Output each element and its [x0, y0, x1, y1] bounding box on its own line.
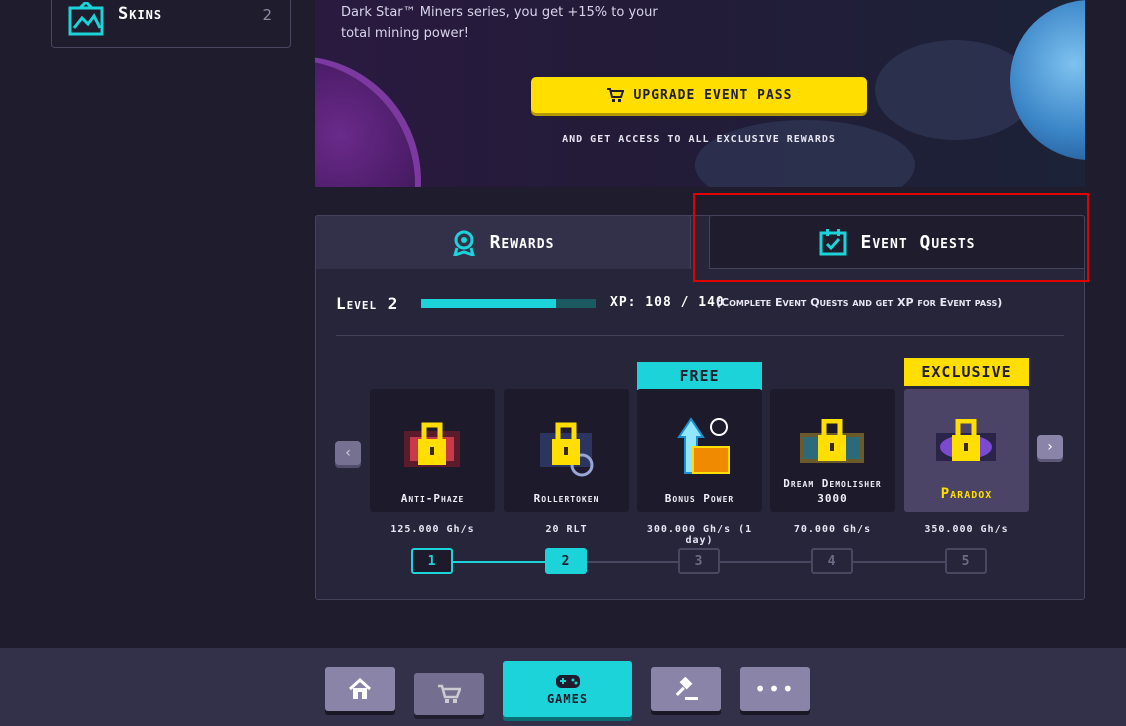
tab-rewards[interactable]: Rewards	[315, 215, 691, 269]
lock-icon	[818, 419, 846, 461]
upgrade-button-label: UPGRADE EVENT PASS	[633, 87, 793, 103]
reward-value: 20 RLT	[545, 524, 588, 535]
rollertoken-icon	[540, 422, 594, 477]
level-step[interactable]: 4	[811, 548, 853, 574]
event-banner: Dark Star™ Miners series, you get +15% t…	[315, 0, 1085, 187]
bonus-power-icon	[677, 417, 730, 474]
shop-button[interactable]	[414, 673, 484, 715]
banner-description: Dark Star™ Miners series, you get +15% t…	[341, 5, 658, 41]
sidebar-item-count: 2	[262, 6, 272, 24]
reward-card[interactable]: Rollertoken	[504, 389, 629, 512]
tab-event-quests[interactable]: Event Quests	[709, 215, 1085, 269]
gavel-icon	[675, 677, 698, 700]
xp-note: (Complete Event Quests and get XP for Ev…	[716, 296, 1003, 309]
level-step[interactable]: 5	[945, 548, 987, 574]
reward-card[interactable]: Anti-Phaze	[370, 389, 495, 512]
sidebar-item-label: Skins	[118, 4, 163, 24]
reward-card[interactable]: Dream Demolisher 3000	[770, 389, 895, 512]
divider	[336, 335, 1064, 336]
cart-icon	[438, 684, 461, 703]
paradox-icon	[936, 419, 996, 461]
reward-name: Paradox	[940, 486, 993, 502]
lock-icon	[552, 422, 580, 465]
reward-value: 300.000 Gh/s (1 day)	[646, 524, 753, 546]
more-button[interactable]: •••	[740, 667, 810, 711]
xp-progress-fill	[421, 299, 556, 308]
reward-value: 350.000 Gh/s	[924, 524, 1009, 535]
step-line	[720, 561, 811, 563]
games-button[interactable]: GAMES	[503, 661, 632, 717]
xp-text: XP: 108 / 140	[610, 295, 725, 310]
planet-left-image	[315, 60, 415, 187]
level-step[interactable]: 3	[678, 548, 720, 574]
sidebar-item-skins[interactable]: Skins 2	[51, 0, 291, 48]
reward-card[interactable]: Paradox	[904, 389, 1029, 512]
planet-right-image	[1010, 0, 1085, 160]
calendar-check-icon	[819, 229, 847, 256]
tab-rewards-label: Rewards	[489, 232, 555, 253]
upgrade-event-pass-button[interactable]: UPGRADE EVENT PASS	[531, 77, 867, 113]
reward-name: Dream Demolisher 3000	[783, 477, 882, 505]
reward-name: Anti-Phaze	[400, 492, 465, 505]
level-step[interactable]: 2	[545, 548, 587, 574]
chevron-left-icon: ‹	[345, 445, 351, 461]
chevron-right-icon: ›	[1047, 439, 1053, 455]
ellipsis-icon: •••	[754, 677, 796, 701]
banner-cloud	[695, 120, 915, 187]
level-row: Level 2 XP: 108 / 140 (Complete Event Qu…	[336, 294, 1066, 316]
lock-icon	[952, 419, 980, 461]
step-line	[587, 561, 678, 563]
free-badge: FREE	[637, 362, 762, 390]
scroll-left-button[interactable]: ‹	[335, 441, 361, 465]
upgrade-subtext: AND GET ACCESS TO ALL EXCLUSIVE REWARDS	[562, 134, 836, 145]
home-button[interactable]	[325, 667, 395, 711]
reward-value: 125.000 Gh/s	[390, 524, 475, 535]
xp-progress-bar	[421, 299, 596, 308]
reward-name: Rollertoken	[533, 492, 600, 505]
medal-icon	[452, 230, 475, 256]
step-line	[453, 561, 545, 563]
exclusive-badge: EXCLUSIVE	[904, 358, 1029, 386]
anti-phaze-icon	[404, 422, 460, 467]
reward-card[interactable]: Bonus Power	[637, 389, 762, 512]
reward-value: 70.000 Gh/s	[793, 524, 872, 535]
level-label: Level 2	[336, 294, 399, 313]
level-step[interactable]: 1	[411, 548, 453, 574]
games-button-label: GAMES	[546, 692, 589, 706]
event-pass-panel: Rewards Event Quests Level 2 XP: 108 / 1…	[315, 215, 1085, 600]
marketplace-button[interactable]	[651, 667, 721, 711]
home-icon	[348, 678, 372, 699]
tab-event-quests-label: Event Quests	[860, 231, 976, 253]
level-steps: 1 2 3 4 5	[411, 548, 988, 576]
gamepad-icon	[555, 675, 580, 688]
skins-icon	[68, 2, 104, 36]
cart-icon	[606, 88, 624, 102]
scroll-right-button[interactable]: ›	[1037, 435, 1063, 459]
step-line	[853, 561, 945, 563]
dream-demolisher-icon	[800, 419, 864, 463]
bottom-navigation: GAMES •••	[0, 648, 1126, 726]
reward-name: Bonus Power	[664, 492, 735, 505]
